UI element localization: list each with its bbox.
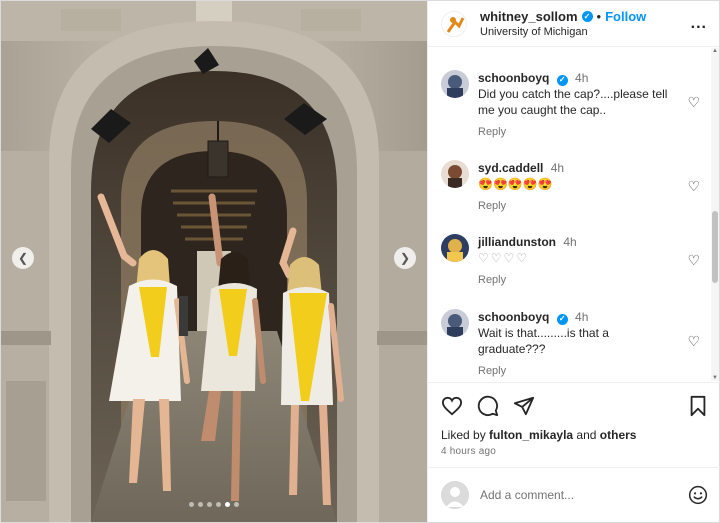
post-actions: Liked by fulton_mikayla and others 4 hou…	[428, 382, 720, 457]
like-comment-heart-icon[interactable]: ♡	[687, 94, 700, 111]
comment-text: Wait is that.........is that a graduate?…	[478, 326, 609, 356]
post-header: whitney_sollom ✓ • Follow University of …	[428, 1, 719, 47]
comments-list: schoonboyq ✓ 4h Did you catch the cap?..…	[428, 48, 712, 381]
liked-by-user[interactable]: fulton_mikayla	[489, 428, 573, 442]
default-avatar-icon	[441, 481, 469, 509]
comment-text: 😍😍😍😍😍	[478, 177, 553, 191]
verified-icon: ✓	[556, 74, 568, 86]
author-avatar[interactable]	[441, 10, 467, 37]
scrollbar-thumb[interactable]	[712, 211, 718, 283]
comment-item: schoonboyq ✓ 4h Wait is that.........is …	[428, 309, 712, 379]
comment-item: jillianduns­ton 4h ♡♡♡♡ Reply ♡	[428, 234, 712, 288]
instagram-post: ❮ ❯ whitney_sollom ✓ • Follow University…	[0, 0, 720, 523]
like-comment-heart-icon[interactable]: ♡	[687, 252, 700, 269]
carousel-dot	[198, 502, 203, 507]
comments-scrollbar[interactable]: ▲ ▼	[711, 48, 719, 381]
comment-username[interactable]: schoonboyq	[478, 71, 549, 85]
heart-icon[interactable]	[441, 396, 463, 416]
share-icon[interactable]	[513, 395, 535, 417]
reply-button[interactable]: Reply	[478, 198, 678, 214]
next-photo-button[interactable]: ❯	[394, 247, 416, 269]
verified-icon: ✓	[581, 11, 593, 22]
author-username[interactable]: whitney_sollom	[480, 9, 578, 24]
comment-item: syd.caddell 4h 😍😍😍😍😍 Reply ♡	[428, 160, 712, 214]
chevron-right-icon: ❯	[399, 251, 411, 265]
carousel-dot	[216, 502, 221, 507]
carousel-dot	[234, 502, 239, 507]
comment-icon[interactable]	[477, 395, 499, 417]
carousel-indicator	[1, 502, 427, 507]
likes-prefix: Liked by	[441, 428, 486, 442]
follow-button[interactable]: Follow	[605, 9, 646, 24]
scroll-down-arrow-icon[interactable]: ▼	[712, 375, 718, 381]
comment-username[interactable]: schoonboyq	[478, 310, 549, 324]
commenter-avatar-image	[441, 70, 469, 98]
commenter-avatar[interactable]	[441, 309, 469, 337]
likes-middle: and	[576, 428, 597, 442]
like-comment-heart-icon[interactable]: ♡	[687, 178, 700, 195]
carousel-dot	[189, 502, 194, 507]
carousel-dot	[207, 502, 212, 507]
commenter-avatar-image	[441, 309, 469, 337]
add-comment-input[interactable]	[480, 488, 688, 502]
header-separator: •	[596, 9, 602, 24]
bookmark-icon[interactable]	[688, 395, 708, 417]
post-location[interactable]: University of Michigan	[480, 26, 691, 38]
author-avatar-image	[442, 11, 466, 36]
comment-time[interactable]: 4h	[563, 235, 576, 249]
graduation-photo	[1, 1, 427, 522]
previous-photo-button[interactable]: ❮	[12, 247, 34, 269]
chevron-left-icon: ❮	[17, 251, 29, 265]
like-comment-heart-icon[interactable]: ♡	[687, 333, 700, 350]
carousel-dot-active	[225, 502, 230, 507]
likes-summary: Liked by fulton_mikayla and others	[441, 428, 708, 442]
comment-time[interactable]: 4h	[575, 310, 588, 324]
verified-icon: ✓	[556, 313, 568, 325]
reply-button[interactable]: Reply	[478, 124, 678, 140]
commenter-avatar[interactable]	[441, 160, 469, 188]
comment-text: Did you catch the cap?....please tell me…	[478, 87, 668, 117]
post-photo[interactable]: ❮ ❯	[1, 1, 427, 522]
commenter-avatar[interactable]	[441, 70, 469, 98]
more-icon[interactable]: ...	[691, 15, 707, 33]
reply-button[interactable]: Reply	[478, 272, 678, 288]
comment-text: ♡♡♡♡	[478, 251, 530, 265]
comment-time[interactable]: 4h	[551, 161, 564, 175]
add-comment-bar	[428, 467, 720, 522]
current-user-avatar	[441, 481, 469, 509]
liked-by-others[interactable]: others	[600, 428, 637, 442]
emoji-icon[interactable]	[688, 485, 708, 505]
comment-item: schoonboyq ✓ 4h Did you catch the cap?..…	[428, 70, 712, 140]
comment-time[interactable]: 4h	[575, 71, 588, 85]
scroll-up-arrow-icon[interactable]: ▲	[712, 48, 718, 54]
post-panel: whitney_sollom ✓ • Follow University of …	[427, 1, 720, 522]
post-timestamp[interactable]: 4 hours ago	[441, 446, 708, 457]
commenter-avatar-image	[441, 160, 469, 188]
comment-username[interactable]: syd.caddell	[478, 161, 543, 175]
commenter-avatar-image	[441, 234, 469, 262]
reply-button[interactable]: Reply	[478, 363, 678, 379]
comment-username[interactable]: jillianduns­ton	[478, 235, 556, 249]
commenter-avatar[interactable]	[441, 234, 469, 262]
